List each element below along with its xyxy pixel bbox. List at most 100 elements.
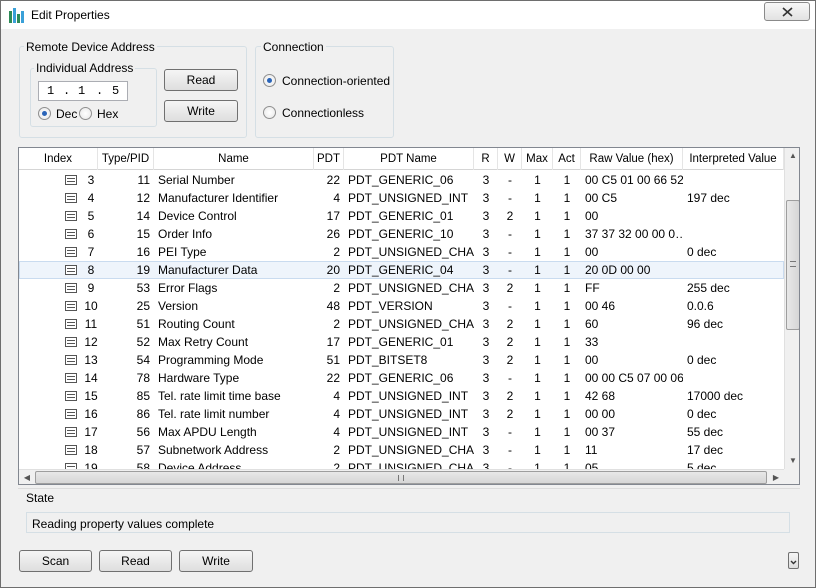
table-row[interactable]: 19 58 Device Address 2 PDT_UNSIGNED_CHAR 3-1 1…	[19, 459, 784, 469]
cell-pdt-name: PDT_UNSIGNED_INT	[348, 389, 469, 403]
cell-interp: 0 dec	[687, 407, 717, 421]
cell-pid: 58	[136, 461, 150, 469]
chevron-down-icon	[790, 560, 797, 565]
cell-interp: 96 dec	[687, 317, 724, 331]
table-row[interactable]: 9 53 Error Flags 2 PDT_UNSIGNED_CHAR 3 2 1 1 FF 25…	[19, 279, 784, 297]
cell-r: 3	[482, 371, 490, 385]
table-row[interactable]: 7 16 PEI Type 2 PDT_UNSIGNED_CHAR 3-1 1 00 0 dec	[19, 243, 784, 261]
table-row[interactable]: 16 86 Tel. rate limit number 4 PDT_UNSIGNED_…	[19, 405, 784, 423]
horizontal-scrollbar[interactable]: ◀ ▶	[19, 469, 784, 484]
scroll-down-icon[interactable]: ▼	[785, 453, 799, 469]
column-header-name[interactable]: Name	[154, 148, 314, 170]
cell-act: 1	[563, 443, 571, 457]
horizontal-scroll-thumb[interactable]	[35, 471, 767, 484]
column-header-interp[interactable]: Interpreted Value	[683, 148, 784, 170]
column-header-index[interactable]: Index	[19, 148, 98, 170]
column-header-pid[interactable]: Type/PID	[98, 148, 154, 170]
cell-name: Manufacturer Identifier	[158, 191, 279, 205]
cell-r: 3	[482, 191, 490, 205]
scroll-right-icon[interactable]: ▶	[768, 470, 784, 484]
read-address-button[interactable]: Read	[164, 69, 238, 91]
cell-interp: 0 dec	[687, 353, 717, 367]
scroll-left-icon[interactable]: ◀	[19, 470, 35, 484]
hex-radio[interactable]	[79, 107, 92, 120]
hex-label: Hex	[97, 107, 119, 121]
connection-oriented-radio[interactable]	[263, 74, 276, 87]
cell-w: -	[508, 443, 512, 457]
cell-pdt-name: PDT_GENERIC_06	[348, 173, 454, 187]
cell-w: -	[508, 425, 512, 439]
vertical-scrollbar[interactable]: ▲ ▼	[784, 148, 799, 469]
cell-act: 1	[563, 407, 571, 421]
table-row[interactable]: 3 11 Serial Number 22 PDT_GENERIC_06 3-1 1 00 C…	[19, 171, 784, 189]
cell-pdt-name: PDT_GENERIC_01	[348, 209, 454, 223]
table-row[interactable]: 4 12 Manufacturer Identifier 4 PDT_UNSIGNED_…	[19, 189, 784, 207]
write-address-button[interactable]: Write	[164, 100, 238, 122]
column-header-max[interactable]: Max	[522, 148, 553, 170]
cell-pdt: 4	[333, 191, 340, 205]
cell-name: Device Control	[158, 209, 237, 223]
table-row[interactable]: 13 54 Programming Mode 51 PDT_BITSET8 3 2 1 1 00 0…	[19, 351, 784, 369]
cell-pdt: 22	[326, 371, 340, 385]
cell-interp: 0.0.6	[687, 299, 714, 313]
scroll-up-icon[interactable]: ▲	[785, 148, 799, 164]
cell-r: 3	[482, 263, 490, 277]
connectionless-radio[interactable]	[263, 106, 276, 119]
cell-pdt: 4	[333, 425, 340, 439]
cell-interp: 255 dec	[687, 281, 730, 295]
cell-max: 1	[534, 353, 541, 367]
grip-icon	[398, 475, 404, 481]
cell-name: Max APDU Length	[158, 425, 257, 439]
cell-pdt: 2	[333, 461, 340, 469]
cell-max: 1	[534, 209, 541, 223]
column-header-r[interactable]: R	[474, 148, 498, 170]
individual-address-input[interactable]: 1 . 1 . 5	[38, 81, 128, 101]
table-row[interactable]: 6 15 Order Info 26 PDT_GENERIC_10 3-1 1 37 37 3…	[19, 225, 784, 243]
cell-pid: 15	[136, 227, 150, 241]
cell-max: 1	[534, 371, 541, 385]
column-header-w[interactable]: W	[498, 148, 522, 170]
cell-r: 3	[482, 173, 490, 187]
cell-pdt-name: PDT_GENERIC_06	[348, 371, 454, 385]
cell-pid: 51	[136, 317, 150, 331]
cell-pdt-name: PDT_BITSET8	[348, 353, 428, 367]
vertical-scroll-thumb[interactable]	[786, 200, 799, 330]
table-row[interactable]: 11 51 Routing Count 2 PDT_UNSIGNED_CHAR 3 2 1 1 6…	[19, 315, 784, 333]
table-row[interactable]: 14 78 Hardware Type 22 PDT_GENERIC_06 3-1 1 00 …	[19, 369, 784, 387]
table-row[interactable]: 15 85 Tel. rate limit time base 4 PDT_UNSIGN…	[19, 387, 784, 405]
cell-max: 1	[534, 407, 541, 421]
cell-r: 3	[482, 353, 490, 367]
table-row[interactable]: 18 57 Subnetwork Address 2 PDT_UNSIGNED_CHAR…	[19, 441, 784, 459]
cell-raw: 00	[585, 245, 599, 259]
cell-pid: 14	[136, 209, 150, 223]
column-header-pdt-name[interactable]: PDT Name	[344, 148, 474, 170]
cell-pdt: 2	[333, 281, 340, 295]
table-row[interactable]: 8 19 Manufacturer Data 20 PDT_GENERIC_04 3-1 1…	[19, 261, 784, 279]
cell-w: 2	[506, 209, 514, 223]
property-icon	[65, 445, 77, 455]
individual-address-label: Individual Address	[34, 61, 136, 75]
table-row[interactable]: 17 56 Max APDU Length 4 PDT_UNSIGNED_INT 3-1 1…	[19, 423, 784, 441]
state-box: Reading property values complete	[26, 512, 790, 533]
connection-oriented-label: Connection-oriented	[282, 74, 391, 88]
table-row[interactable]: 12 52 Max Retry Count 17 PDT_GENERIC_01 3 2 1 1 3…	[19, 333, 784, 351]
cell-raw: 60	[585, 317, 599, 331]
cell-pdt: 51	[326, 353, 340, 367]
cell-max: 1	[534, 443, 541, 457]
cell-act: 1	[563, 371, 571, 385]
column-header-raw[interactable]: Raw Value (hex)	[581, 148, 683, 170]
column-header-act[interactable]: Act	[553, 148, 581, 170]
column-header-pdt[interactable]: PDT	[314, 148, 344, 170]
expand-button[interactable]	[788, 552, 799, 569]
read-button[interactable]: Read	[99, 550, 172, 572]
table-row[interactable]: 10 25 Version 48 PDT_VERSION 3-1 1 00 46 0.0.6	[19, 297, 784, 315]
cell-pid: 16	[136, 245, 150, 259]
close-button[interactable]	[764, 2, 810, 21]
table-row[interactable]: 5 14 Device Control 17 PDT_GENERIC_01 3 2 1 1 00	[19, 207, 784, 225]
cell-pdt-name: PDT_UNSIGNED_INT	[348, 425, 469, 439]
scan-button[interactable]: Scan	[19, 550, 92, 572]
cell-w: 2	[506, 281, 514, 295]
dec-radio[interactable]	[38, 107, 51, 120]
cell-w: -	[508, 299, 512, 313]
write-button[interactable]: Write	[179, 550, 253, 572]
